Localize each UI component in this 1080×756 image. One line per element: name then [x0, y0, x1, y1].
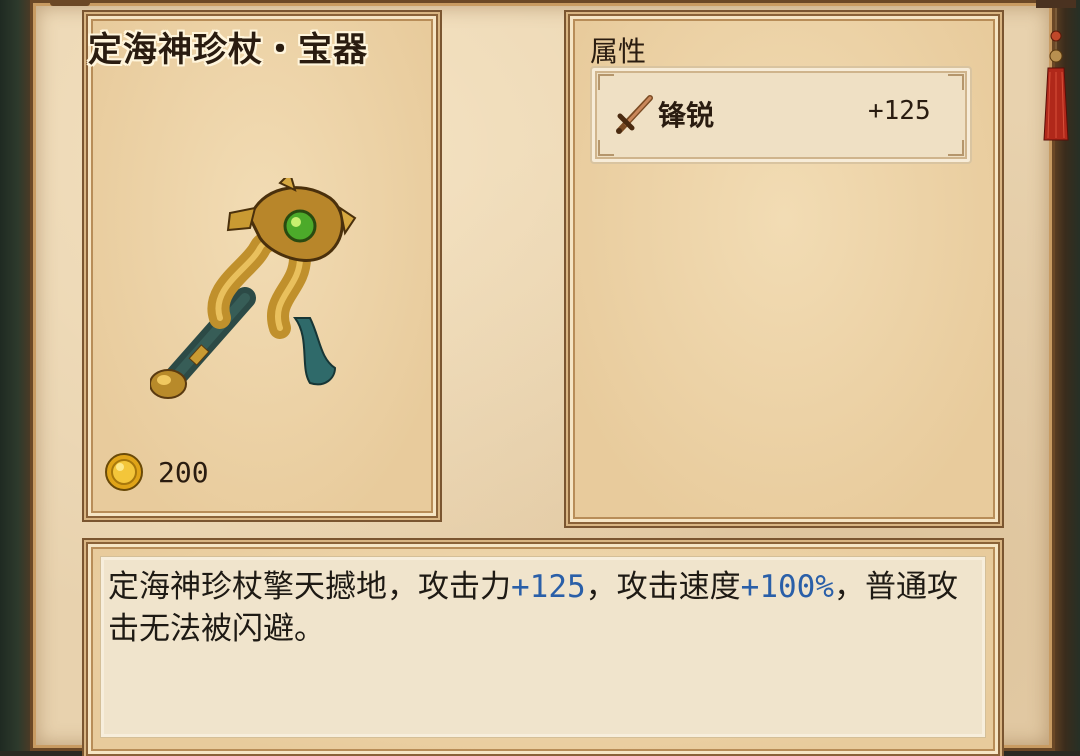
sword-icon — [616, 95, 653, 134]
item-price: 200 — [158, 456, 209, 489]
item-title: 定海神珍杖・宝器 — [88, 30, 368, 70]
attributes-header: 属性 — [590, 35, 647, 68]
description-segment: ，攻击速度 — [585, 569, 741, 605]
gold-coin-icon — [105, 453, 143, 491]
window-top-tab — [50, 0, 90, 6]
tassel-ornament — [1036, 0, 1076, 141]
dragon-scepter-image — [150, 178, 357, 399]
attribute-value: +125 — [868, 96, 931, 126]
left-border — [0, 0, 30, 751]
attack-bonus-value: +125 — [511, 569, 586, 605]
description-segment: 定海神珍杖擎天撼地，攻击力 — [108, 569, 511, 605]
description-text: 定海神珍杖擎天撼地，攻击力+125，攻击速度+100%，普通攻击无法被闪避。 — [108, 566, 978, 650]
attribute-name: 锋锐 — [658, 99, 715, 132]
attack-speed-bonus-value: +100% — [740, 569, 834, 605]
